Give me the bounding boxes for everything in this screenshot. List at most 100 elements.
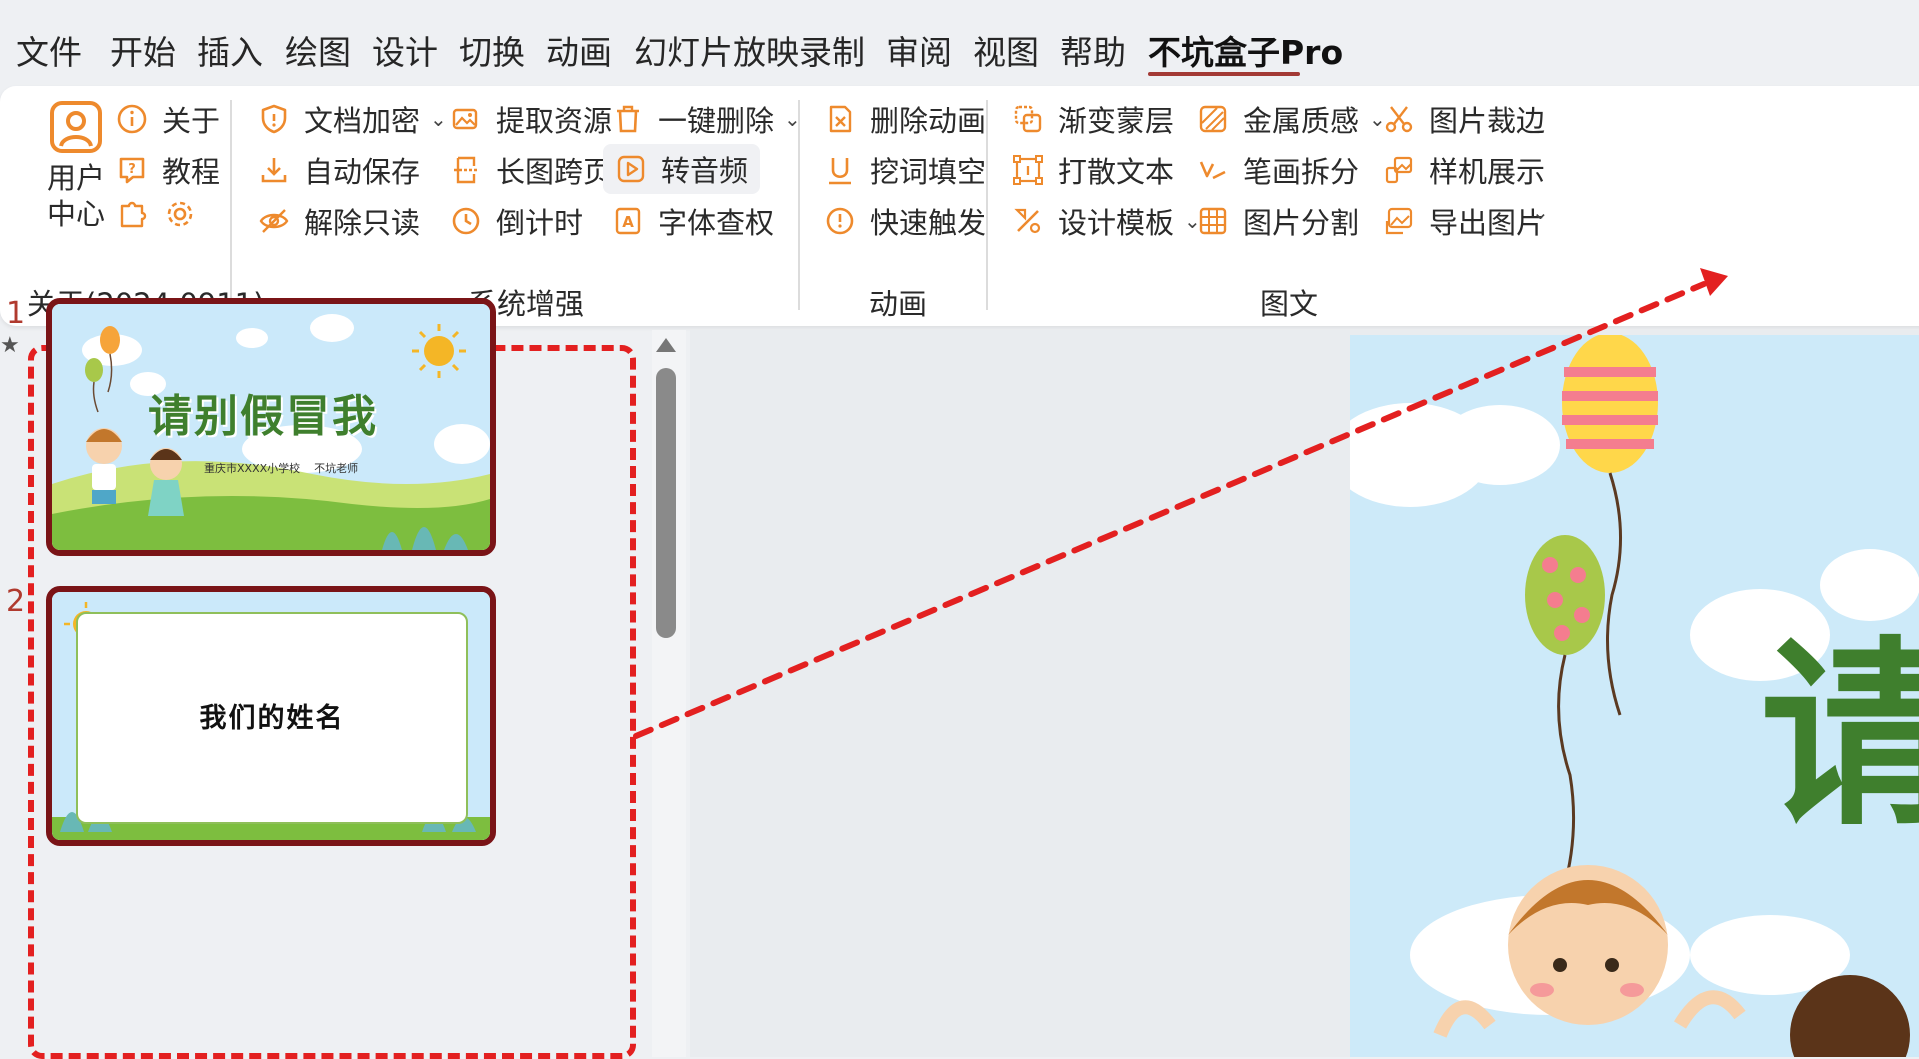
long-image-pages-button[interactable]: 长图跨页 — [450, 149, 612, 191]
tab-transitions[interactable]: 切换 — [459, 26, 525, 74]
font-rights-label: 字体查权 — [658, 206, 775, 240]
slide-2-title: 我们的姓名 — [199, 703, 345, 734]
tab-view[interactable]: 视图 — [973, 26, 1039, 74]
group-separator — [986, 100, 988, 310]
puzzle-icon — [120, 201, 147, 228]
tutorial-button[interactable]: ? 教程 — [116, 149, 220, 191]
slide-thumbnail-2[interactable]: 我们的姓名 — [46, 586, 496, 846]
tab-review[interactable]: 审阅 — [886, 26, 952, 74]
export-image-dropdown[interactable]: ⌄ — [1532, 200, 1549, 224]
mockup-show-label: 样机展示 — [1429, 155, 1546, 189]
export-image-button[interactable]: 导出图片 — [1383, 200, 1545, 242]
to-audio-label: 转音频 — [661, 154, 749, 188]
eye-off-icon — [259, 209, 289, 233]
texture-icon — [1199, 105, 1227, 133]
unlock-readonly-label: 解除只读 — [304, 206, 421, 240]
group-separator — [230, 100, 232, 310]
slide-1-subtitle: 重庆市XXXX小学校 不坑老师 — [204, 462, 359, 475]
image-crop-button[interactable]: 图片裁边 — [1383, 98, 1545, 140]
image-split-label: 图片分割 — [1243, 206, 1360, 240]
chevron-down-icon[interactable]: ⌄ — [1532, 200, 1549, 224]
about-label: 关于 — [162, 104, 221, 138]
tab-animations[interactable]: 动画 — [546, 26, 612, 74]
scrollbar-thumb[interactable] — [656, 368, 676, 638]
tab-draw[interactable]: 绘图 — [285, 26, 351, 74]
tab-home[interactable]: 开始 — [110, 26, 176, 74]
download-icon — [261, 158, 287, 183]
user-center-button[interactable]: 用户 中心 — [38, 100, 114, 232]
info-icon — [117, 104, 147, 134]
tab-help[interactable]: 帮助 — [1060, 26, 1126, 74]
tab-bukeng-pro[interactable]: 不坑盒子Pro — [1148, 26, 1343, 74]
slide-view-artwork: 请 — [1350, 335, 1919, 1057]
delete-animation-button[interactable]: 删除动画 — [824, 98, 986, 140]
auto-save-button[interactable]: 自动保存 — [258, 149, 420, 191]
svg-text:?: ? — [128, 162, 136, 177]
ribbon: 用户 中心 关于 ? 教程 关于(2024.0911) 文档加密 ⌄ 自动保存 … — [0, 86, 1919, 326]
fill-blank-button[interactable]: 挖词填空 — [824, 149, 986, 191]
font-rights-button[interactable]: A 字体查权 — [612, 200, 774, 242]
image-split-button[interactable]: 图片分割 — [1197, 200, 1359, 242]
slide-view-title-fragment: 请 — [1760, 620, 1919, 853]
group-separator — [798, 100, 800, 310]
scissors-icon — [1385, 106, 1413, 133]
mask-layer-icon — [1014, 105, 1042, 133]
scroll-up-arrow-icon[interactable] — [656, 338, 676, 352]
play-icon — [617, 155, 645, 183]
quick-trigger-button[interactable]: 快速触发 — [824, 200, 986, 242]
gear-icon — [167, 201, 193, 227]
split-page-icon — [454, 156, 478, 184]
doc-encrypt-button[interactable]: 文档加密 ⌄ — [258, 98, 447, 140]
metal-texture-label: 金属质感 — [1243, 104, 1360, 138]
help-icon: ? — [119, 157, 145, 184]
grid-icon — [1199, 207, 1227, 235]
tab-file[interactable]: 文件 — [16, 26, 82, 74]
tutorial-label: 教程 — [162, 155, 221, 189]
countdown-button[interactable]: 倒计时 — [450, 200, 583, 242]
scatter-text-label: 打散文本 — [1058, 155, 1175, 189]
graphic-group-label: 图文 — [1260, 287, 1319, 321]
design-tools-icon — [1014, 208, 1041, 234]
export-image-label: 导出图片 — [1429, 206, 1546, 240]
doc-encrypt-label: 文档加密 — [304, 104, 421, 138]
slide-number: 1 — [6, 296, 26, 331]
one-click-delete-button[interactable]: 一键删除 ⌄ — [612, 98, 801, 140]
metal-texture-button[interactable]: 金属质感 ⌄ — [1197, 98, 1386, 140]
slide-number: 2 — [6, 584, 26, 619]
settings-button[interactable] — [164, 198, 196, 230]
tab-insert[interactable]: 插入 — [197, 26, 263, 74]
tab-design[interactable]: 设计 — [372, 26, 438, 74]
tab-record[interactable]: 录制 — [799, 26, 865, 74]
stroke-icon — [1199, 161, 1226, 180]
gradient-mask-button[interactable]: 渐变蒙层 — [1012, 98, 1174, 140]
delete-animation-label: 删除动画 — [870, 104, 987, 138]
scatter-text-button[interactable]: I 打散文本 — [1012, 149, 1174, 191]
svg-text:I: I — [1026, 164, 1030, 178]
underline-icon — [829, 158, 851, 185]
about-button[interactable]: 关于 — [116, 98, 220, 140]
slide-1-title: 请别假冒我 — [148, 391, 378, 442]
font-icon: A — [615, 207, 641, 235]
mockup-show-button[interactable]: 样机展示 — [1383, 149, 1545, 191]
design-template-button[interactable]: 设计模板 ⌄ — [1012, 200, 1201, 242]
active-tab-indicator — [1148, 72, 1300, 76]
slide-thumbnail-1[interactable]: 请别假冒我 重庆市XXXX小学校 不坑老师 — [46, 298, 496, 556]
to-audio-button[interactable]: 转音频 — [603, 144, 761, 194]
user-center-line1: 用户 — [46, 161, 105, 195]
image-icon — [452, 108, 478, 130]
fun-button[interactable] — [116, 198, 148, 230]
menu-bar: 文件 开始 插入 绘图 设计 切换 动画 幻灯片放映 录制 审阅 视图 帮助 不… — [0, 0, 1919, 96]
device-image-icon — [1385, 156, 1413, 184]
image-export-icon — [1385, 207, 1413, 235]
timer-icon — [826, 207, 854, 235]
unlock-readonly-button[interactable]: 解除只读 — [258, 200, 420, 242]
user-icon — [50, 101, 102, 153]
star-icon: ★ — [0, 333, 20, 358]
stroke-split-button[interactable]: 笔画拆分 — [1197, 149, 1359, 191]
clock-icon — [452, 207, 480, 235]
chevron-down-icon[interactable]: ⌄ — [430, 107, 447, 131]
extract-resources-button[interactable]: 提取资源 — [450, 98, 612, 140]
user-center-line2: 中心 — [46, 197, 105, 231]
current-slide-view[interactable]: 请 — [1350, 335, 1919, 1057]
tab-slideshow[interactable]: 幻灯片放映 — [634, 26, 799, 74]
